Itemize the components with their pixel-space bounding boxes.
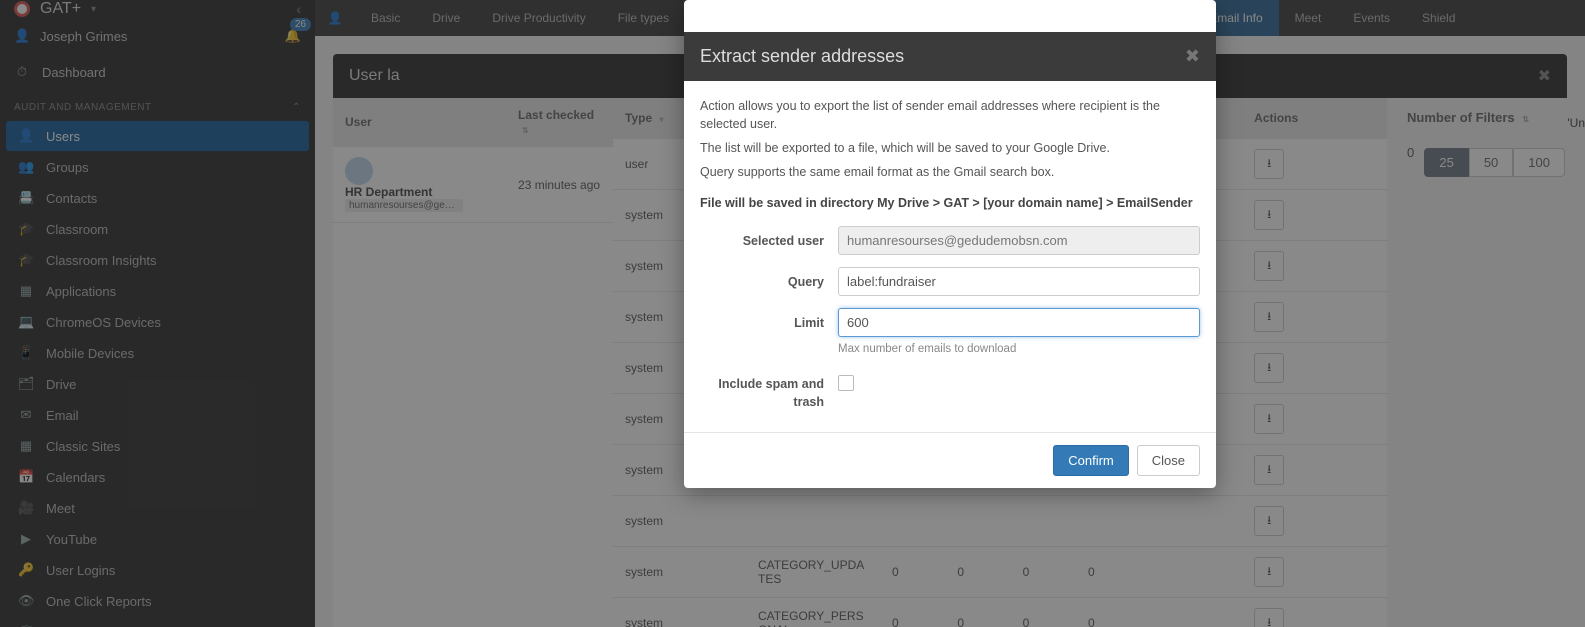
modal-text: Action allows you to export the list of … <box>700 97 1200 133</box>
modal-text: Query supports the same email format as … <box>700 163 1200 181</box>
include-spam-trash-label: Include spam and trash <box>700 369 838 411</box>
include-spam-trash-checkbox[interactable] <box>838 375 854 391</box>
selected-user-input <box>838 226 1200 255</box>
limit-label: Limit <box>700 308 838 332</box>
query-input[interactable] <box>838 267 1200 296</box>
query-label: Query <box>700 267 838 291</box>
limit-input[interactable] <box>838 308 1200 337</box>
close-button[interactable]: Close <box>1137 445 1200 476</box>
extract-sender-modal: Extract sender addresses ✖ Action allows… <box>684 0 1216 488</box>
modal-text: The list will be exported to a file, whi… <box>700 139 1200 157</box>
modal-title: Extract sender addresses <box>700 46 904 67</box>
modal-close-icon[interactable]: ✖ <box>1185 46 1200 67</box>
confirm-button[interactable]: Confirm <box>1053 445 1129 476</box>
selected-user-label: Selected user <box>700 226 838 250</box>
modal-save-path: File will be saved in directory My Drive… <box>700 194 1200 212</box>
limit-help: Max number of emails to download <box>838 341 1200 358</box>
